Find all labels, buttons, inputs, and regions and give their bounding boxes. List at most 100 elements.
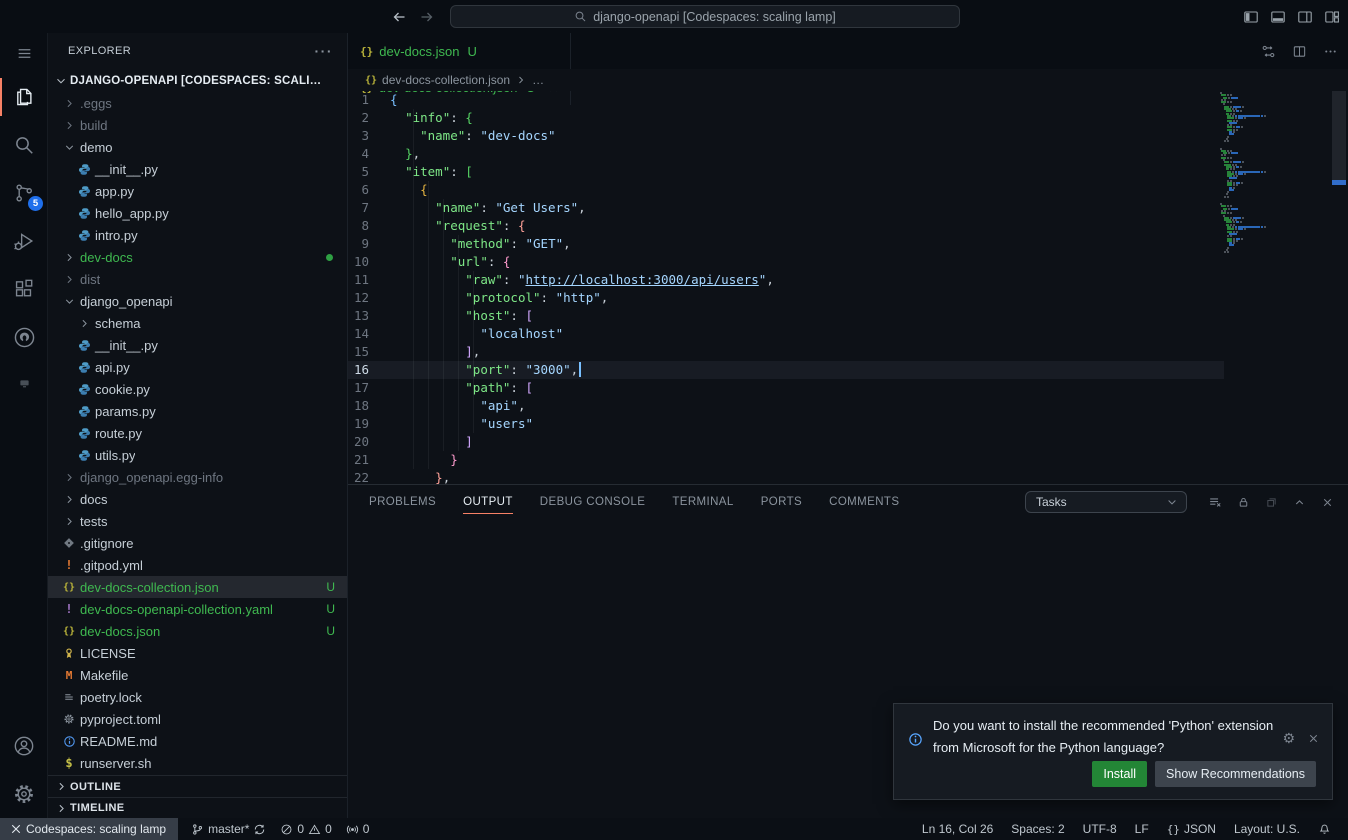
activity-explorer-icon[interactable] [0,73,48,121]
panel-tab-output[interactable]: OUTPUT [463,485,513,519]
status-branch[interactable]: master* [184,818,273,840]
tree-item-eggs[interactable]: .eggs [48,92,347,114]
breadcrumb[interactable]: {} dev-docs-collection.json … [348,69,1348,91]
tree-item-utils-py[interactable]: utils.py [48,444,347,466]
compare-changes-icon[interactable] [1261,44,1276,59]
status-eol[interactable]: LF [1126,818,1158,840]
tree-item-django-openapi-egg-info[interactable]: django_openapi.egg-info [48,466,347,488]
tree-item-readme-md[interactable]: README.md [48,730,347,752]
maximize-panel-icon[interactable] [1293,496,1306,509]
scrollbar-slider[interactable] [1332,91,1346,185]
tree-item-label: params.py [93,404,156,419]
activity-source-control-icon[interactable]: 5 [0,169,48,217]
activity-menu-icon[interactable] [0,33,48,73]
status-cursor-position[interactable]: Ln 16, Col 26 [913,818,1002,840]
status-notifications-bell[interactable] [1309,818,1340,840]
tree-item-pyproject-toml[interactable]: pyproject.toml [48,708,347,730]
forward-arrow-icon[interactable] [418,8,436,26]
tree-item-cookie-py[interactable]: cookie.py [48,378,347,400]
tree-item-hello-app-py[interactable]: hello_app.py [48,202,347,224]
status-problems[interactable]: 00 [273,818,338,840]
lock-scroll-icon[interactable] [1237,496,1250,509]
tree-item-docs[interactable]: docs [48,488,347,510]
open-output-in-editor-icon[interactable] [1265,496,1278,509]
python-file-icon [75,207,93,220]
outline-section[interactable]: OUTLINE [48,775,347,797]
tree-item-init-py[interactable]: __init__.py [48,334,347,356]
tree-item-route-py[interactable]: route.py [48,422,347,444]
tree-item-makefile[interactable]: MMakefile [48,664,347,686]
code-token: "localhost" [480,326,563,341]
toggle-panel-icon[interactable] [1270,9,1286,25]
tree-item-gitignore[interactable]: .gitignore [48,532,347,554]
code-line-1: 1{ [348,91,1224,109]
editor-scrollbar[interactable] [1330,91,1348,484]
tree-item-api-py[interactable]: api.py [48,356,347,378]
customize-layout-icon[interactable] [1324,9,1340,25]
line-content: }, [390,469,450,484]
tree-item-params-py[interactable]: params.py [48,400,347,422]
panel-tab-comments[interactable]: COMMENTS [829,485,899,519]
tree-item-app-py[interactable]: app.py [48,180,347,202]
status-ports[interactable]: 0 [339,818,377,840]
code-editor[interactable]: 1{2 "info": {3 "name": "dev-docs"4 },5 "… [348,91,1348,484]
activity-run-debug-icon[interactable] [0,217,48,265]
minimap[interactable] [1220,92,1320,259]
breadcrumb-file[interactable]: dev-docs-collection.json [382,73,510,87]
install-button[interactable]: Install [1092,761,1147,787]
tree-item-dev-docs-collection-json[interactable]: {}dev-docs-collection.jsonU [48,576,347,598]
status-remote[interactable]: Codespaces: scaling lamp [0,818,178,840]
tree-item-poetry-lock[interactable]: poetry.lock [48,686,347,708]
python-file-icon [75,163,93,176]
tree-item-license[interactable]: LICENSE [48,642,347,664]
close-panel-icon[interactable] [1321,496,1334,509]
status-encoding[interactable]: UTF-8 [1074,818,1126,840]
panel-tab-terminal[interactable]: TERMINAL [672,485,733,519]
status-language-mode[interactable]: {}JSON [1158,818,1225,840]
tree-item-dev-docs-json[interactable]: {}dev-docs.jsonU [48,620,347,642]
command-center[interactable]: django-openapi [Codespaces: scaling lamp… [450,5,960,28]
tree-item-demo[interactable]: demo [48,136,347,158]
tree-item-runserver-sh[interactable]: $runserver.sh [48,752,347,774]
toggle-secondary-sidebar-icon[interactable] [1297,9,1313,25]
output-channel-select[interactable]: Tasks [1025,491,1187,513]
split-editor-icon[interactable] [1292,44,1307,59]
activity-account-icon[interactable] [0,722,48,770]
activity-github-icon[interactable] [0,313,48,361]
status-indentation[interactable]: Spaces: 2 [1002,818,1073,840]
panel-tab-problems[interactable]: PROBLEMS [369,485,436,519]
explorer-more-actions-icon[interactable]: ··· [315,43,334,59]
breadcrumb-more[interactable]: … [532,73,544,87]
timeline-section[interactable]: TIMELINE [48,797,347,818]
code-token: " [518,272,526,287]
tab-dev-docs-json[interactable]: {}dev-docs.jsonU [348,33,571,69]
panel-tab-debug-console[interactable]: DEBUG CONSOLE [540,485,646,519]
tree-item-intro-py[interactable]: intro.py [48,224,347,246]
line-content: "item": [ [390,163,473,181]
panel-tab-ports[interactable]: PORTS [761,485,802,519]
clear-output-icon[interactable] [1208,495,1222,509]
tree-item-label: django_openapi [78,294,173,309]
toggle-primary-sidebar-icon[interactable] [1243,9,1259,25]
back-arrow-icon[interactable] [390,8,408,26]
code-token: { [390,92,398,107]
tree-item-init-py[interactable]: __init__.py [48,158,347,180]
tree-item-tests[interactable]: tests [48,510,347,532]
tree-item-gitpod-yml[interactable]: !.gitpod.yml [48,554,347,576]
notification-close-icon[interactable] [1307,718,1320,759]
status-keyboard-layout[interactable]: Layout: U.S. [1225,818,1309,840]
tree-root-folder[interactable]: DJANGO-OPENAPI [CODESPACES: SCALING LAMP… [48,70,347,92]
tree-item-django-openapi[interactable]: django_openapi [48,290,347,312]
tree-item-dist[interactable]: dist [48,268,347,290]
activity-extensions-icon[interactable] [0,265,48,313]
show-recommendations-button[interactable]: Show Recommendations [1155,761,1316,787]
activity-search-icon[interactable] [0,121,48,169]
tree-item-dev-docs-openapi-collection-yaml[interactable]: !dev-docs-openapi-collection.yamlU [48,598,347,620]
tree-item-build[interactable]: build [48,114,347,136]
more-actions-icon[interactable] [1323,44,1338,59]
tree-item-dev-docs[interactable]: dev-docs [48,246,347,268]
activity-settings-icon[interactable] [0,770,48,818]
tree-item-schema[interactable]: schema [48,312,347,334]
notification-settings-icon[interactable]: ⚙ [1282,718,1295,759]
activity-codespaces-icon[interactable] [0,361,48,405]
